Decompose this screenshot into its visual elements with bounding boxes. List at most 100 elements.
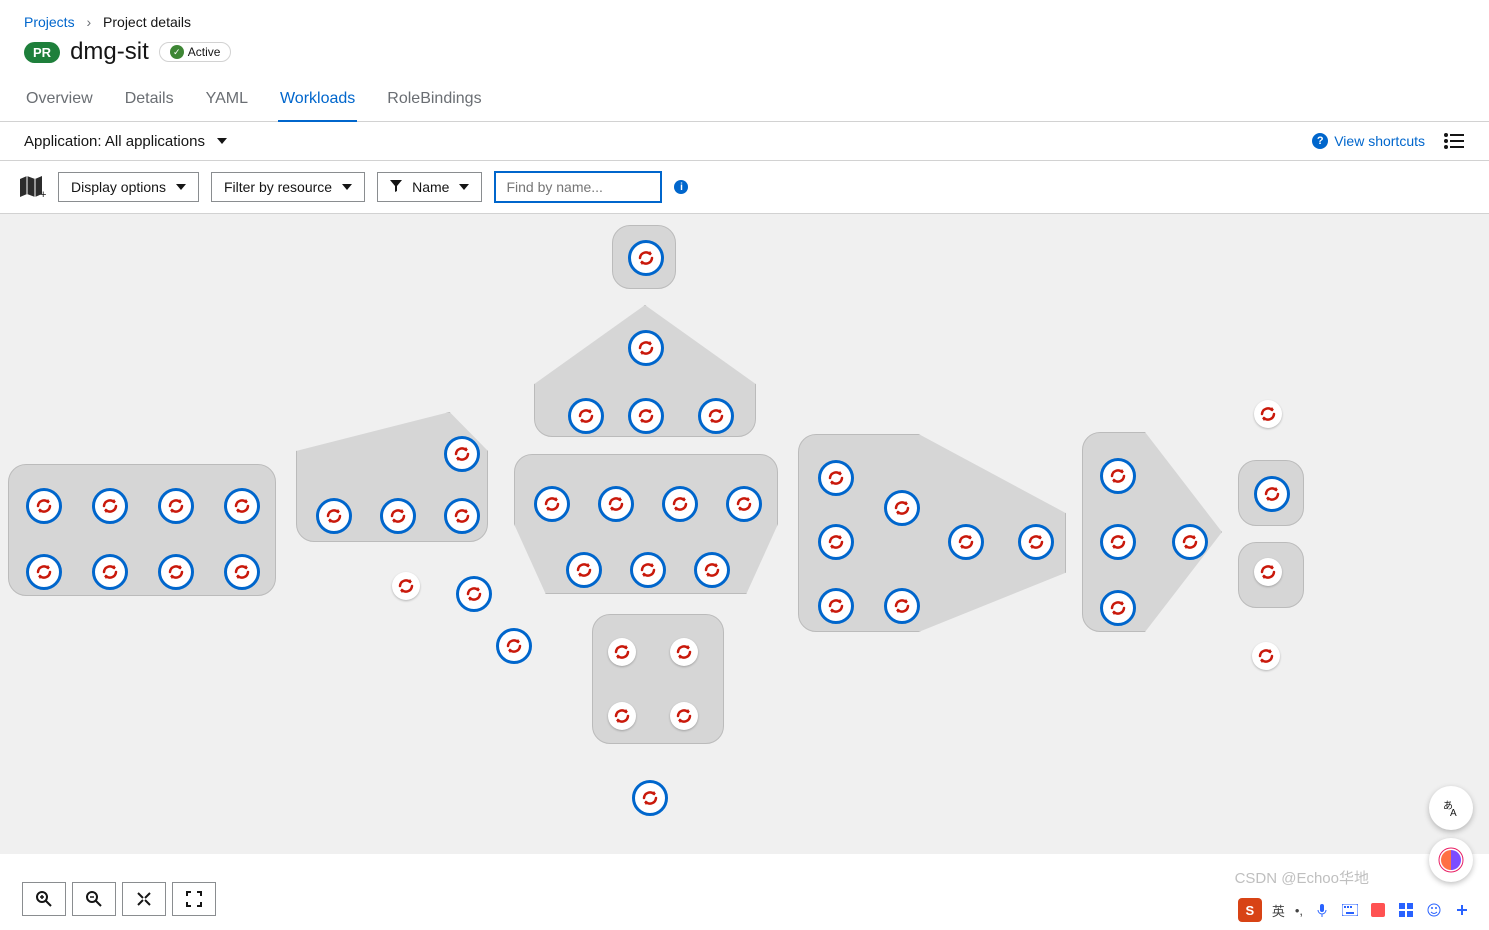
display-options-dropdown[interactable]: Display options — [58, 172, 199, 202]
tab-yaml[interactable]: YAML — [204, 80, 250, 121]
workload-node[interactable] — [1172, 524, 1208, 560]
view-shortcuts-link[interactable]: ? View shortcuts — [1312, 133, 1425, 149]
tab-workloads[interactable]: Workloads — [278, 80, 357, 122]
breadcrumb: Projects › Project details — [0, 0, 1489, 34]
workload-node[interactable] — [392, 572, 420, 600]
svg-text:A: A — [1450, 808, 1457, 819]
application-filter-label: Application: All applications — [24, 133, 205, 150]
locale-switch-button[interactable]: あA — [1429, 786, 1473, 830]
workload-node[interactable] — [818, 588, 854, 624]
workload-node[interactable] — [1018, 524, 1054, 560]
assistant-button[interactable] — [1429, 838, 1473, 882]
workload-node[interactable] — [456, 576, 492, 612]
workload-node[interactable] — [598, 486, 634, 522]
workload-node[interactable] — [380, 498, 416, 534]
workload-node[interactable] — [158, 554, 194, 590]
ime-lang[interactable]: 英 — [1272, 901, 1285, 920]
tabs: Overview Details YAML Workloads RoleBind… — [0, 80, 1489, 122]
topology-view-icon[interactable]: + — [18, 175, 46, 199]
chevron-down-icon — [217, 138, 227, 144]
workload-node[interactable] — [818, 524, 854, 560]
workload-node[interactable] — [608, 638, 636, 666]
chevron-right-icon: › — [86, 14, 91, 30]
workload-node[interactable] — [1252, 642, 1280, 670]
project-badge: PR — [24, 42, 60, 63]
chevron-down-icon — [342, 184, 352, 190]
workload-node[interactable] — [444, 498, 480, 534]
workload-node[interactable] — [628, 330, 664, 366]
breadcrumb-current: Project details — [103, 14, 191, 30]
tab-rolebindings[interactable]: RoleBindings — [385, 80, 483, 121]
workload-node[interactable] — [1254, 476, 1290, 512]
workload-node[interactable] — [698, 398, 734, 434]
os-taskbar: S 英 •, — [0, 890, 1489, 930]
emoji-icon[interactable] — [1425, 901, 1443, 919]
find-by-name-input[interactable] — [494, 171, 662, 203]
name-filter-label: Name — [412, 179, 449, 195]
ime-icon[interactable]: S — [1238, 898, 1262, 922]
project-name: dmg-sit — [70, 38, 149, 66]
name-filter-dropdown[interactable]: Name — [377, 172, 482, 202]
svg-text:+: + — [40, 189, 46, 199]
workload-node[interactable] — [444, 436, 480, 472]
workload-node[interactable] — [158, 488, 194, 524]
puzzle-icon[interactable] — [1369, 901, 1387, 919]
workload-node[interactable] — [670, 638, 698, 666]
check-icon — [170, 45, 184, 59]
workload-node[interactable] — [1100, 590, 1136, 626]
workload-node[interactable] — [1100, 458, 1136, 494]
workload-node[interactable] — [1100, 524, 1136, 560]
workload-node[interactable] — [566, 552, 602, 588]
workload-node[interactable] — [608, 702, 636, 730]
workload-node[interactable] — [224, 488, 260, 524]
tab-overview[interactable]: Overview — [24, 80, 95, 121]
application-filter[interactable]: Application: All applications — [24, 133, 227, 150]
keyboard-icon[interactable] — [1341, 901, 1359, 919]
workload-node[interactable] — [884, 588, 920, 624]
workload-node[interactable] — [26, 488, 62, 524]
chevron-down-icon — [176, 184, 186, 190]
filter-by-resource-label: Filter by resource — [224, 179, 332, 195]
filter-row: Application: All applications ? View sho… — [0, 122, 1489, 161]
workload-node[interactable] — [496, 628, 532, 664]
workload-node[interactable] — [948, 524, 984, 560]
status-text: Active — [188, 45, 221, 59]
workload-node[interactable] — [628, 398, 664, 434]
grid-icon[interactable] — [1397, 901, 1415, 919]
workload-node[interactable] — [662, 486, 698, 522]
workload-node[interactable] — [1254, 558, 1282, 586]
chevron-down-icon — [459, 184, 469, 190]
tab-details[interactable]: Details — [123, 80, 176, 121]
breadcrumb-root[interactable]: Projects — [24, 14, 75, 30]
workload-node[interactable] — [1254, 400, 1282, 428]
workload-node[interactable] — [694, 552, 730, 588]
mic-icon[interactable] — [1313, 901, 1331, 919]
workload-node[interactable] — [884, 490, 920, 526]
info-icon[interactable]: i — [674, 180, 688, 194]
workload-node[interactable] — [26, 554, 62, 590]
workload-node[interactable] — [818, 460, 854, 496]
info-icon: ? — [1312, 133, 1328, 149]
topology-toolbar: + Display options Filter by resource Nam… — [0, 161, 1489, 214]
workload-node[interactable] — [568, 398, 604, 434]
taskbar-sep: •, — [1295, 903, 1303, 918]
display-options-label: Display options — [71, 179, 166, 195]
workload-node[interactable] — [224, 554, 260, 590]
topology-canvas[interactable] — [0, 214, 1489, 854]
workload-node[interactable] — [726, 486, 762, 522]
workload-node[interactable] — [92, 488, 128, 524]
workload-node[interactable] — [632, 780, 668, 816]
workload-node[interactable] — [534, 486, 570, 522]
view-shortcuts-label: View shortcuts — [1334, 133, 1425, 149]
workload-node[interactable] — [92, 554, 128, 590]
list-view-icon[interactable] — [1443, 132, 1465, 150]
page-title-row: PR dmg-sit Active — [0, 34, 1489, 80]
workload-node[interactable] — [670, 702, 698, 730]
filter-by-resource-dropdown[interactable]: Filter by resource — [211, 172, 365, 202]
workload-node[interactable] — [628, 240, 664, 276]
expand-icon[interactable] — [1453, 901, 1471, 919]
workload-node[interactable] — [630, 552, 666, 588]
status-badge: Active — [159, 42, 232, 62]
funnel-icon — [390, 179, 402, 195]
workload-node[interactable] — [316, 498, 352, 534]
